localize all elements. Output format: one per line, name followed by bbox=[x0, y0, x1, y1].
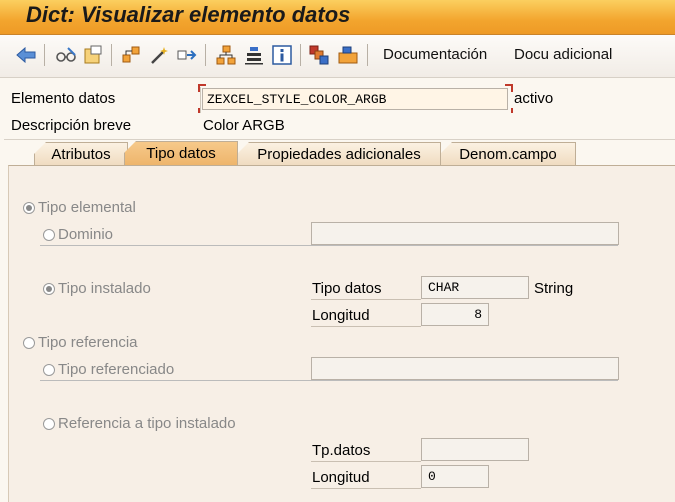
toolbar-separator bbox=[367, 44, 368, 66]
descripcion-breve-value: Color ARGB bbox=[203, 117, 285, 134]
toolbar-separator bbox=[205, 44, 206, 66]
field-underline bbox=[311, 326, 421, 327]
status-text: activo bbox=[514, 90, 554, 107]
tipo-referenciado-label: Tipo referenciado bbox=[58, 361, 175, 378]
longitud-label: Longitud bbox=[312, 307, 370, 324]
tab-denom-campo[interactable]: Denom.campo bbox=[440, 142, 576, 165]
tab-tipo-datos[interactable]: Tipo datos bbox=[124, 141, 238, 165]
multiple-objects-icon[interactable] bbox=[309, 44, 331, 66]
elemento-datos-input[interactable]: ZEXCEL_STYLE_COLOR_ARGB bbox=[202, 88, 508, 110]
tipo-instalado-label: Tipo instalado bbox=[58, 280, 151, 297]
radio-selected-icon bbox=[23, 201, 35, 214]
field-underline bbox=[311, 299, 421, 300]
tipo-referenciado-underline bbox=[40, 380, 618, 381]
radio-unselected-icon bbox=[23, 336, 35, 349]
hierarchy-icon[interactable] bbox=[120, 44, 142, 66]
dominio-input[interactable] bbox=[311, 222, 619, 245]
toolbar-separator bbox=[111, 44, 112, 66]
tipo-datos-label: Tipo datos bbox=[312, 280, 382, 297]
magic-wand-icon[interactable] bbox=[148, 44, 170, 66]
align-icon[interactable] bbox=[243, 44, 265, 66]
descripcion-breve-label: Descripción breve bbox=[11, 117, 132, 134]
referencia-tipo-instalado-label: Referencia a tipo instalado bbox=[58, 415, 236, 432]
tipo-elemental-radio[interactable]: Tipo elemental bbox=[23, 199, 136, 216]
dominio-radio[interactable]: Dominio bbox=[43, 226, 113, 243]
radio-unselected-icon bbox=[43, 363, 55, 376]
radio-unselected-icon bbox=[43, 417, 55, 430]
radio-unselected-icon bbox=[43, 228, 55, 241]
toolbar-separator bbox=[44, 44, 45, 66]
toolbar-separator bbox=[300, 44, 301, 66]
dominio-label: Dominio bbox=[58, 226, 114, 243]
documentacion-button[interactable]: Documentación bbox=[383, 46, 487, 63]
tipo-referencia-radio[interactable]: Tipo referencia bbox=[23, 334, 138, 351]
tab-atributos[interactable]: Atributos bbox=[34, 142, 128, 165]
field-underline bbox=[311, 488, 421, 489]
info-icon[interactable] bbox=[271, 44, 293, 66]
tipo-datos-input[interactable]: CHAR bbox=[421, 276, 529, 299]
longitud2-label: Longitud bbox=[312, 469, 370, 486]
radio-selected-icon bbox=[43, 282, 55, 295]
tipo-referenciado-radio[interactable]: Tipo referenciado bbox=[43, 361, 174, 378]
transport-icon[interactable] bbox=[337, 44, 359, 66]
window-title: Dict: Visualizar elemento datos bbox=[26, 2, 351, 27]
longitud-input[interactable]: 8 bbox=[421, 303, 489, 326]
tab-propiedades-adicionales[interactable]: Propiedades adicionales bbox=[237, 142, 441, 165]
tipo-referencia-label: Tipo referencia bbox=[38, 334, 138, 351]
elemento-datos-label: Elemento datos bbox=[11, 90, 116, 107]
dominio-underline bbox=[40, 245, 618, 246]
docu-adicional-button[interactable]: Docu adicional bbox=[514, 46, 612, 63]
other-object-icon[interactable] bbox=[82, 44, 104, 66]
where-used-icon[interactable] bbox=[176, 44, 198, 66]
back-arrow-icon[interactable] bbox=[15, 44, 37, 66]
field-underline bbox=[311, 461, 421, 462]
tipo-datos-description: String bbox=[534, 280, 574, 297]
tipo-referenciado-input[interactable] bbox=[311, 357, 619, 380]
longitud2-input[interactable]: 0 bbox=[421, 465, 489, 488]
referencia-tipo-instalado-radio[interactable]: Referencia a tipo instalado bbox=[43, 415, 236, 432]
glasses-icon[interactable] bbox=[55, 44, 77, 66]
focus-corner bbox=[505, 84, 513, 92]
tpdatos-input[interactable] bbox=[421, 438, 529, 461]
focus-corner bbox=[198, 84, 206, 92]
object-tree-icon[interactable] bbox=[215, 44, 237, 66]
tipo-elemental-label: Tipo elemental bbox=[38, 199, 136, 216]
tpdatos-label: Tp.datos bbox=[312, 442, 371, 459]
tipo-instalado-radio[interactable]: Tipo instalado bbox=[43, 280, 151, 297]
